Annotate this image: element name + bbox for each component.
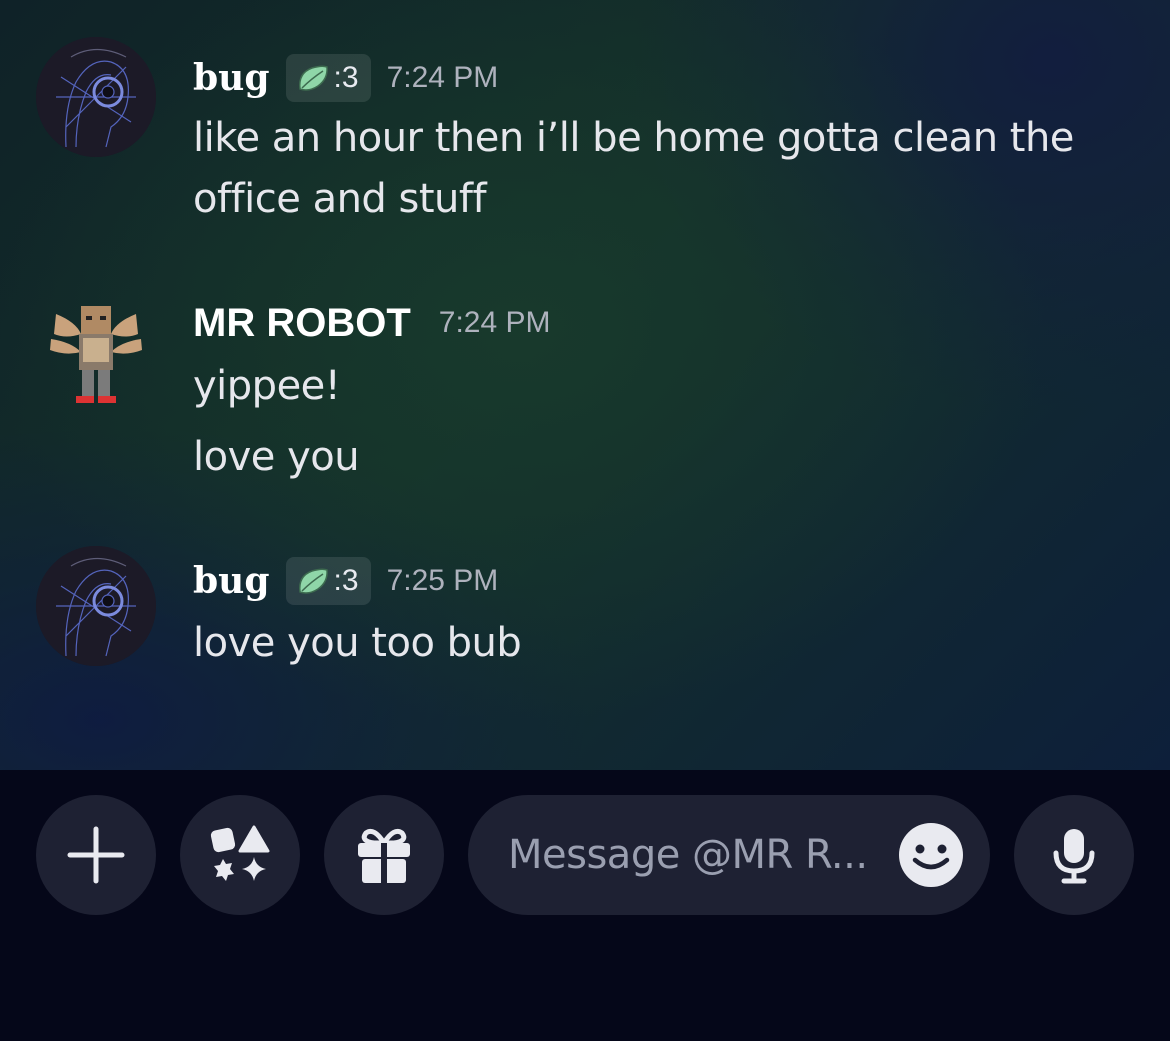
chat-area: bug :3 7:24 PM like an hour then i’ll be… xyxy=(0,0,1170,770)
message-text: like an hour then i’ll be home gotta cle… xyxy=(193,115,1074,161)
timestamp: 7:25 PM xyxy=(386,564,499,597)
message-placeholder: Message @MR R... xyxy=(508,832,868,878)
author-name[interactable]: MR ROBOT xyxy=(193,301,411,346)
apps-button[interactable] xyxy=(180,795,300,915)
avatar[interactable] xyxy=(36,37,156,157)
apps-icon xyxy=(210,825,270,881)
avatar[interactable] xyxy=(36,294,156,414)
timestamp: 7:24 PM xyxy=(438,306,551,339)
avatar-image xyxy=(36,546,156,666)
message-text: yippee! xyxy=(193,363,341,409)
tag-text: :3 xyxy=(333,564,359,597)
plus-icon xyxy=(67,826,125,884)
voice-message-button[interactable] xyxy=(1014,795,1134,915)
message-header: bug :3 7:25 PM xyxy=(193,556,498,606)
author-name[interactable]: bug xyxy=(193,57,270,99)
tag-text: :3 xyxy=(333,61,359,94)
message-header: MR ROBOT 7:24 PM xyxy=(193,298,551,348)
leaf-icon xyxy=(298,65,328,91)
avatar-image xyxy=(50,306,142,403)
avatar-image xyxy=(36,37,156,157)
user-tag[interactable]: :3 xyxy=(285,557,371,605)
timestamp: 7:24 PM xyxy=(386,61,499,94)
author-name[interactable]: bug xyxy=(193,560,270,602)
microphone-icon xyxy=(1053,829,1095,884)
message-header: bug :3 7:24 PM xyxy=(193,53,498,103)
gift-icon xyxy=(358,828,410,883)
gift-button[interactable] xyxy=(324,795,444,915)
emoji-icon[interactable] xyxy=(898,822,964,888)
add-attachment-button[interactable] xyxy=(36,795,156,915)
leaf-icon xyxy=(298,568,328,594)
message-text: love you xyxy=(193,434,360,480)
avatar[interactable] xyxy=(36,546,156,666)
message-text: love you too bub xyxy=(193,620,522,666)
message-input[interactable]: Message @MR R... xyxy=(468,795,990,915)
user-tag[interactable]: :3 xyxy=(285,54,371,102)
message-text: office and stuff xyxy=(193,176,487,222)
